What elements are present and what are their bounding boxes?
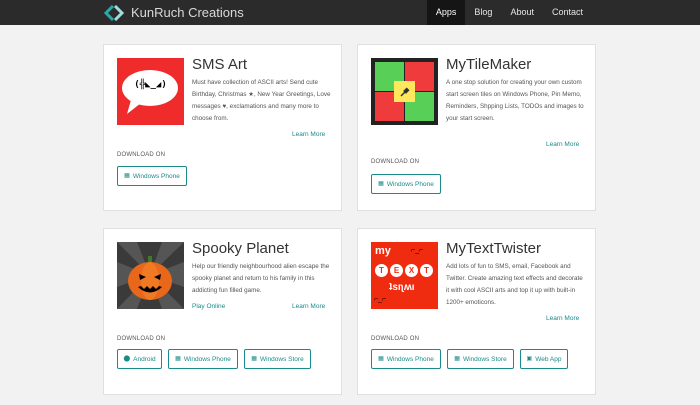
twister-letter: X (405, 264, 418, 277)
play-online-link[interactable]: Play Online (192, 303, 225, 310)
windows-icon: ▦ (378, 356, 384, 362)
app-card-spooky-planet: Spooky Planet Help our friendly neighbou… (103, 228, 342, 395)
twister-letter: T (420, 264, 433, 277)
app-description: Must have collection of ASCII arts! Send… (192, 79, 331, 122)
brand[interactable]: KunRuch Creations (103, 0, 244, 25)
sms-art-face: (╬◣_◢) (134, 80, 167, 90)
twister-top-left: my (375, 245, 391, 257)
windows-store-button[interactable]: ▦ Windows Store (244, 349, 311, 369)
nav-about[interactable]: About (501, 0, 543, 25)
download-on-label: DOWNLOAD ON (371, 159, 420, 165)
app-title: MyTileMaker (446, 56, 532, 73)
twister-bottom-text: ʇsıʅʍı (389, 282, 415, 293)
windows-phone-button[interactable]: ▦ Windows Phone (168, 349, 238, 369)
learn-more-link[interactable]: Learn More (546, 141, 579, 148)
download-on-label: DOWNLOAD ON (117, 336, 166, 342)
app-card-mytexttwister: my ⌐_⌐ T E X T ʇsıʅʍı ⌐_⌐ MyTextTwister … (357, 228, 596, 395)
app-card-mytilemaker: MyTileMaker A one stop solution for crea… (357, 44, 596, 211)
pin-icon (400, 87, 410, 97)
windows-icon: ▦ (124, 173, 130, 179)
windows-phone-button[interactable]: ▦ Windows Phone (371, 349, 441, 369)
windows-phone-button[interactable]: ▦ Windows Phone (371, 174, 441, 194)
nav-contact[interactable]: Contact (543, 0, 592, 25)
learn-more-link[interactable]: Learn More (292, 131, 325, 138)
app-description: Add lots of fun to SMS, email, Facebook … (446, 263, 583, 306)
download-on-label: DOWNLOAD ON (371, 336, 420, 342)
spooky-planet-thumbnail (117, 242, 184, 309)
windows-store-button[interactable]: ▦ Windows Store (447, 349, 514, 369)
windows-icon: ▦ (251, 356, 257, 362)
nav-menu: Apps Blog About Contact (426, 0, 592, 25)
mytexttwister-thumbnail: my ⌐_⌐ T E X T ʇsıʅʍı ⌐_⌐ (371, 242, 438, 309)
nav-apps[interactable]: Apps (426, 0, 466, 25)
sms-art-thumbnail: (╬◣_◢) (117, 58, 184, 125)
windows-icon: ▦ (454, 356, 460, 362)
app-description: A one stop solution for creating your ow… (446, 79, 584, 122)
top-navbar: KunRuch Creations Apps Blog About Contac… (0, 0, 700, 25)
learn-more-link[interactable]: Learn More (546, 315, 579, 322)
brand-name: KunRuch Creations (131, 5, 244, 20)
web-app-icon: ▣ (526, 356, 533, 362)
android-button[interactable]: ⬤ Android (117, 349, 162, 369)
twister-top-right: ⌐_⌐ (411, 247, 424, 254)
app-card-sms-art: (╬◣_◢) SMS Art Must have collection of A… (103, 44, 342, 211)
nav-blog[interactable]: Blog (465, 0, 501, 25)
windows-icon: ▦ (378, 181, 384, 187)
download-on-label: DOWNLOAD ON (117, 152, 166, 158)
twister-letter: T (375, 264, 388, 277)
app-title: MyTextTwister (446, 240, 542, 257)
app-description: Help our friendly neighbourhood alien es… (192, 263, 330, 294)
web-app-button[interactable]: ▣ Web App (520, 349, 568, 369)
twister-letter: E (390, 264, 403, 277)
windows-phone-button[interactable]: ▦ Windows Phone (117, 166, 187, 186)
twister-bottom-left: ⌐_⌐ (374, 296, 387, 303)
learn-more-link[interactable]: Learn More (292, 303, 325, 310)
app-title: Spooky Planet (192, 240, 289, 257)
android-icon: ⬤ (123, 356, 131, 362)
mytilemaker-thumbnail (371, 58, 438, 125)
windows-icon: ▦ (175, 356, 181, 362)
app-title: SMS Art (192, 56, 248, 73)
logo-icon (103, 4, 125, 21)
